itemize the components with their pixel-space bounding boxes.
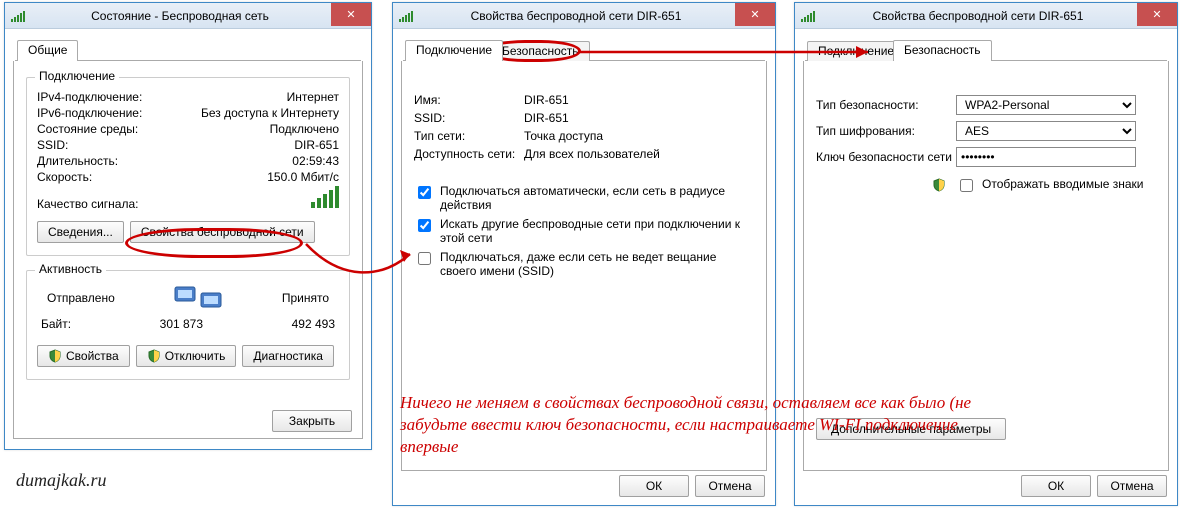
wifi-signal-icon — [801, 10, 815, 22]
bytes-recv: 492 493 — [292, 317, 335, 331]
properties-button-label: Свойства — [66, 349, 119, 363]
ok-button[interactable]: ОК — [1021, 475, 1091, 497]
nettype-label: Тип сети: — [414, 129, 524, 143]
media-label: Состояние среды: — [37, 122, 138, 136]
close-button[interactable]: ✕ — [331, 3, 371, 26]
props-connection-window: Свойства беспроводной сети DIR-651 ✕ Под… — [392, 2, 776, 506]
close-window-button[interactable]: Закрыть — [272, 410, 352, 432]
encryption-type-label: Тип шифрования: — [816, 124, 956, 138]
hidden-ssid-label: Подключаться, даже если сеть не ведет ве… — [440, 250, 754, 278]
titlebar: Свойства беспроводной сети DIR-651 ✕ — [795, 3, 1177, 29]
monitors-icon — [173, 283, 223, 313]
tab-general[interactable]: Общие — [17, 40, 78, 61]
name-value: DIR-651 — [524, 93, 754, 107]
ipv6-label: IPv6-подключение: — [37, 106, 142, 120]
window-title: Свойства беспроводной сети DIR-651 — [417, 9, 775, 23]
tabstrip: Подключение Безопасность — [403, 39, 765, 61]
wifi-signal-icon — [399, 10, 413, 22]
signal-quality-label: Качество сигнала: — [37, 197, 138, 211]
received-label: Принято — [282, 291, 329, 305]
advanced-params-button[interactable]: Дополнительные параметры — [816, 418, 1006, 440]
titlebar: Состояние - Беспроводная сеть ✕ — [5, 3, 371, 29]
availability-label: Доступность сети: — [414, 147, 524, 161]
signal-bars-icon — [311, 186, 339, 208]
status-window: Состояние - Беспроводная сеть ✕ Общие По… — [4, 2, 372, 450]
ipv4-label: IPv4-подключение: — [37, 90, 142, 104]
ipv6-value: Без доступа к Интернету — [201, 106, 339, 120]
window-title: Состояние - Беспроводная сеть — [29, 9, 371, 23]
group-connection: Подключение — [35, 69, 119, 83]
wireless-props-button[interactable]: Свойства беспроводной сети — [130, 221, 315, 243]
bytes-label: Байт: — [41, 317, 71, 331]
tab-security[interactable]: Безопасность — [893, 40, 992, 61]
props-security-window: Свойства беспроводной сети DIR-651 ✕ Под… — [794, 2, 1178, 506]
window-title: Свойства беспроводной сети DIR-651 — [819, 9, 1177, 23]
shield-icon — [48, 349, 62, 363]
ssid-label: SSID: — [414, 111, 524, 125]
tab-connection[interactable]: Подключение — [807, 41, 905, 61]
show-chars-checkbox[interactable] — [960, 179, 973, 192]
tabstrip: Подключение Безопасность — [805, 39, 1167, 61]
ssid-value: DIR-651 — [524, 111, 754, 125]
availability-value: Для всех пользователей — [524, 147, 754, 161]
close-button[interactable]: ✕ — [1137, 3, 1177, 26]
ssid-value: DIR-651 — [294, 138, 339, 152]
lookother-checkbox[interactable] — [418, 219, 431, 232]
lookother-label: Искать другие беспроводные сети при подк… — [440, 217, 754, 245]
titlebar: Свойства беспроводной сети DIR-651 ✕ — [393, 3, 775, 29]
encryption-type-select[interactable]: AES — [956, 121, 1136, 141]
duration-value: 02:59:43 — [292, 154, 339, 168]
media-value: Подключено — [270, 122, 339, 136]
security-type-label: Тип безопасности: — [816, 98, 956, 112]
properties-button[interactable]: Свойства — [37, 345, 130, 367]
speed-value: 150.0 Мбит/c — [267, 170, 339, 184]
autoconnect-label: Подключаться автоматически, если сеть в … — [440, 184, 754, 212]
close-button[interactable]: ✕ — [735, 3, 775, 26]
security-type-select[interactable]: WPA2-Personal — [956, 95, 1136, 115]
diagnostics-button[interactable]: Диагностика — [242, 345, 334, 367]
security-key-input[interactable] — [956, 147, 1136, 167]
cancel-button[interactable]: Отмена — [1097, 475, 1167, 497]
ssid-label: SSID: — [37, 138, 68, 152]
tabstrip: Общие — [15, 39, 361, 61]
show-chars-label: Отображать вводимые знаки — [982, 177, 1143, 191]
disable-button-label: Отключить — [165, 349, 226, 363]
details-button[interactable]: Сведения... — [37, 221, 124, 243]
group-activity: Активность — [35, 262, 106, 276]
disable-button[interactable]: Отключить — [136, 345, 237, 367]
ok-button[interactable]: ОК — [619, 475, 689, 497]
ipv4-value: Интернет — [287, 90, 339, 104]
duration-label: Длительность: — [37, 154, 118, 168]
autoconnect-checkbox[interactable] — [418, 186, 431, 199]
watermark: dumajkak.ru — [16, 470, 106, 491]
security-key-label: Ключ безопасности сети — [816, 150, 956, 164]
sent-label: Отправлено — [47, 291, 115, 305]
name-label: Имя: — [414, 93, 524, 107]
nettype-value: Точка доступа — [524, 129, 754, 143]
cancel-button[interactable]: Отмена — [695, 475, 765, 497]
hidden-ssid-checkbox[interactable] — [418, 252, 431, 265]
shield-icon — [932, 178, 946, 192]
bytes-sent: 301 873 — [71, 317, 292, 331]
tab-security[interactable]: Безопасность — [491, 41, 590, 61]
speed-label: Скорость: — [37, 170, 92, 184]
tab-connection[interactable]: Подключение — [405, 40, 503, 61]
shield-icon — [147, 349, 161, 363]
wifi-signal-icon — [11, 10, 25, 22]
